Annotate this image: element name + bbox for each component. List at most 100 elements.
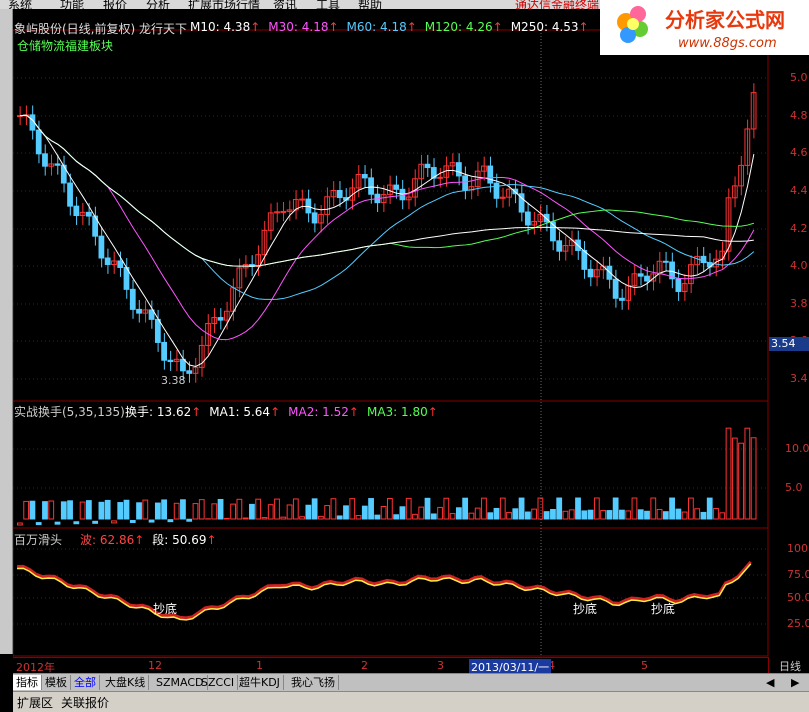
candle-body [613,279,618,298]
menu-news[interactable]: 资讯 [273,0,297,9]
volume-bar [638,510,643,519]
candle-body [438,177,443,178]
stock-name: 象屿股份(日线,前复权) [14,22,135,36]
price-axis-label: 4.0 [790,259,808,272]
volume-bar [18,523,23,525]
bottom-signal-label: 抄底 [573,601,597,616]
volume-bar [331,499,336,519]
tab-extension-area[interactable]: 扩展区 [17,694,53,711]
tab-scroll-right[interactable]: ▶ [788,675,802,690]
chart-area[interactable]: 抄底抄底抄底 [13,9,809,657]
up-arrow-icon: ↑ [134,533,144,547]
price-axis-label: 5.0 [790,71,808,84]
volume-bar [544,512,549,519]
volume-bar [732,438,737,519]
volume-bar [388,498,393,519]
tab-wxfy[interactable]: 我心飞扬 [288,675,339,690]
menu-tools[interactable]: 工具 [316,0,340,9]
volume-bar [55,522,60,524]
volume-bar [519,498,524,519]
volume-bar [99,502,104,519]
menu-analysis[interactable]: 分析 [146,0,170,9]
volume-bar [456,508,461,519]
tab-super-kdj[interactable]: 超牛KDJ [236,675,284,690]
osc-legend-item: 段: 50.69↑ [152,533,216,547]
candle-body [130,289,135,309]
volume-bar [149,520,154,522]
volume-bar [224,518,229,519]
volume-bar [74,522,79,524]
up-arrow-icon: ↑ [493,20,503,34]
tab-all[interactable]: 全部 [71,675,100,690]
volume-bar [413,514,418,519]
candle-body [394,185,399,189]
promo-text[interactable]: 通达信金融终端 [515,0,599,9]
volume-bar [695,509,700,519]
volume-bar [663,512,668,519]
candle-body [676,279,681,292]
price-axis-label: 3.8 [790,297,808,310]
volume-bar [532,509,537,519]
moving-average-line [20,115,754,266]
volume-bar [450,514,455,519]
moving-average-line [20,115,754,366]
up-arrow-icon: ↑ [191,405,201,419]
date-label: 5 [641,659,648,672]
tab-indicator[interactable]: 指标 [13,675,42,690]
menu-function[interactable]: 功能 [60,0,84,9]
volume-bar [645,511,650,519]
candle-body [588,269,593,276]
volume-legend-item: 换手: 13.62↑ [125,405,201,419]
volume-bar [620,510,625,519]
bottom-signal-label: 抄底 [153,601,177,616]
volume-bar [93,521,98,523]
menu-quote[interactable]: 报价 [103,0,127,9]
tab-related-quote[interactable]: 关联报价 [61,694,109,711]
volume-bar [344,506,349,519]
osc-legend-item: 波: 62.86↑ [80,533,144,547]
up-arrow-icon: ↑ [579,20,589,34]
candle-body [312,213,317,223]
candle-body [43,154,48,166]
up-arrow-icon: ↑ [270,405,280,419]
candle-body [86,212,91,216]
tab-scroll-left[interactable]: ◀ [763,675,777,690]
candle-body [155,319,160,342]
candle-body [638,274,643,276]
price-axis-label: 4.6 [790,146,808,159]
candle-body [162,342,167,360]
volume-bar [400,507,405,519]
candle-body [463,176,468,190]
price-axis-label: 3.4 [790,372,808,385]
volume-legend-item: MA1: 5.64↑ [209,405,280,419]
bottom-bar: 扩展区 关联报价 [13,691,809,712]
volume-bar [569,510,574,519]
volume-bar [538,498,543,519]
candle-body [99,236,104,258]
candle-body [281,211,286,212]
period-box[interactable]: 日线 [768,657,809,673]
volume-title: 实战换手(5,35,135) [14,403,125,420]
tab-szcci[interactable]: SZCCI [198,675,238,690]
price-axis-label: 4.8 [790,109,808,122]
volume-bar [431,514,436,519]
candle-body [137,309,142,313]
osc-title: 百万滑头 [14,531,62,548]
volume-bar [350,499,355,519]
volume-bar [61,502,66,519]
tab-template[interactable]: 模板 [42,675,71,690]
price-axis-label: 4.2 [790,222,808,235]
menu-system[interactable]: 系统 [8,0,32,9]
stock-title: 象屿股份(日线,前复权) 龙行天下 [14,20,187,37]
low-price-marker: 3.38 [161,374,186,387]
menu-extended-market[interactable]: 扩展市场行情 [188,0,260,9]
volume-bar [174,503,179,519]
volume-bar [726,428,731,519]
candle-body [168,360,173,361]
candle-body [369,178,374,194]
volume-bar [43,502,48,519]
tab-index-kline[interactable]: 大盘K线 [102,675,149,690]
volume-bar [607,511,612,519]
osc-wave-line [17,562,751,618]
menu-help[interactable]: 帮助 [358,0,382,9]
